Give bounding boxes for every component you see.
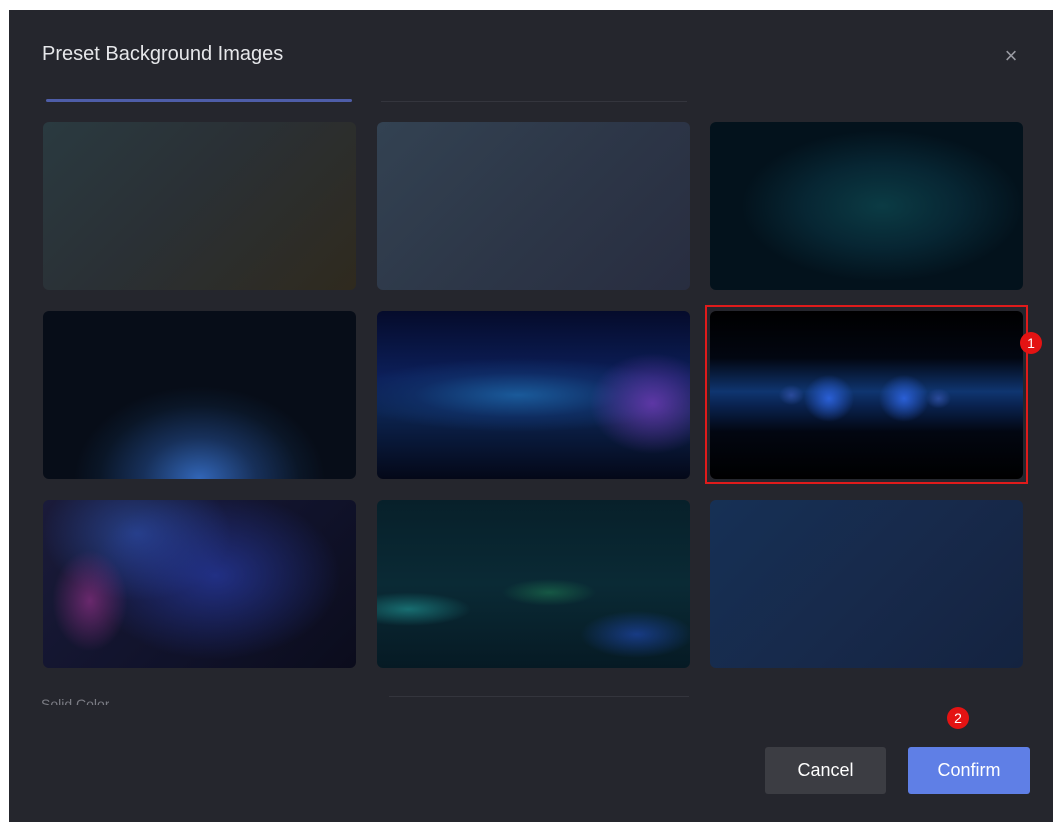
preset-background-dialog: Preset Background Images × Solid Color C… bbox=[9, 10, 1053, 822]
background-thumbnail-1[interactable] bbox=[43, 122, 356, 290]
step-badge-2: 2 bbox=[947, 707, 969, 729]
background-thumbnail-4[interactable] bbox=[43, 311, 356, 479]
tab-divider bbox=[381, 101, 687, 102]
section-divider bbox=[389, 696, 689, 697]
cancel-button[interactable]: Cancel bbox=[765, 747, 886, 794]
solid-color-label-text: Solid Color bbox=[41, 697, 110, 705]
background-thumbnail-5[interactable] bbox=[377, 311, 690, 479]
close-icon[interactable]: × bbox=[999, 44, 1023, 68]
step-badge-1: 1 bbox=[1020, 332, 1042, 354]
confirm-button[interactable]: Confirm bbox=[908, 747, 1030, 794]
background-thumbnail-7[interactable] bbox=[43, 500, 356, 668]
background-thumbnail-9[interactable] bbox=[710, 500, 1023, 668]
background-thumbnail-6-selected[interactable] bbox=[710, 311, 1023, 479]
background-thumbnail-3[interactable] bbox=[710, 122, 1023, 290]
active-tab-indicator bbox=[46, 99, 352, 102]
dialog-title: Preset Background Images bbox=[42, 43, 284, 65]
background-thumbnail-2[interactable] bbox=[377, 122, 690, 290]
background-thumbnail-8[interactable] bbox=[377, 500, 690, 668]
solid-color-section-label: Solid Color bbox=[41, 697, 109, 705]
